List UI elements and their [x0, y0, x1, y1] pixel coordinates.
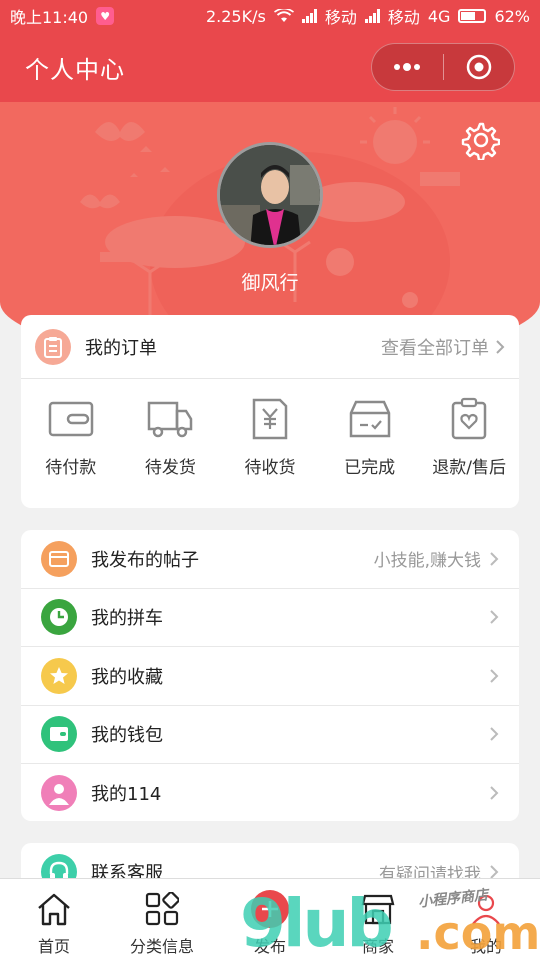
clipboard-heart-icon — [444, 397, 494, 441]
star-icon — [41, 657, 77, 694]
page-title: 个人中心 — [25, 55, 125, 84]
avatar[interactable] — [217, 142, 323, 248]
menu-my-114[interactable]: 我的114 — [21, 764, 519, 821]
menu-my-posts[interactable]: 我发布的帖子 小技能,赚大钱 — [21, 530, 519, 589]
bottom-tab-bar: 首页 分类信息 发布 商家 我的 — [0, 878, 540, 960]
menu-label: 我的拼车 — [91, 608, 163, 630]
tab-label: 发布 — [253, 937, 286, 956]
more-dots-icon — [394, 63, 421, 71]
title-bar: 个人中心 — [0, 32, 540, 102]
order-item-label: 已完成 — [344, 458, 396, 478]
order-status-list: 待付款 待发货 待收货 已完成 退款/售后 — [21, 379, 519, 478]
order-item-label: 退款/售后 — [432, 458, 507, 478]
order-item-label: 待收货 — [244, 458, 296, 478]
miniprogram-capsule — [371, 43, 515, 91]
plus-icon — [250, 889, 290, 929]
order-pending-receipt[interactable]: 待收货 — [220, 397, 320, 478]
carrier-1: 移动 — [324, 8, 357, 27]
menu-my-favorites[interactable]: 我的收藏 — [21, 647, 519, 706]
battery-icon — [458, 9, 487, 23]
menu-label: 我的收藏 — [91, 666, 163, 688]
orders-title: 我的订单 — [85, 337, 157, 359]
menu-extra: 小技能,赚大钱 — [374, 546, 499, 571]
menu-extra — [489, 668, 499, 684]
tab-label: 我的 — [469, 937, 502, 956]
more-button[interactable] — [372, 44, 443, 90]
orders-card: 我的订单 查看全部订单 待付款 待发货 待收货 已完成 退款/售后 — [21, 315, 519, 508]
chevron-right-icon — [490, 610, 499, 624]
menu-extra — [489, 609, 499, 625]
clock-icon — [41, 599, 77, 636]
notification-app-icon: ♥ — [96, 7, 115, 25]
person-icon — [41, 775, 77, 812]
status-bar: 晚上11:40 ♥ 2.25K/s 移动 移动 4G 62% — [0, 0, 540, 32]
order-pending-payment[interactable]: 待付款 — [21, 397, 121, 478]
signal-icon-2 — [364, 9, 380, 23]
clipboard-icon — [35, 328, 71, 365]
tab-merchants[interactable]: 商家 — [324, 879, 432, 960]
chevron-right-icon — [496, 339, 505, 354]
chevron-right-icon — [490, 786, 499, 800]
view-all-orders-label: 查看全部订单 — [381, 337, 489, 359]
target-close-icon — [466, 54, 491, 80]
menu-list: 我发布的帖子 小技能,赚大钱 我的拼车 我的收藏 我的钱包 我的114 — [21, 530, 519, 821]
user-icon — [466, 889, 506, 929]
carrier-2: 移动 — [387, 8, 420, 27]
signal-icon — [301, 9, 317, 23]
network-speed: 2.25K/s — [205, 6, 266, 26]
settings-gear-icon[interactable] — [460, 120, 500, 160]
wifi-icon — [273, 9, 294, 22]
orders-header[interactable]: 我的订单 查看全部订单 — [21, 315, 519, 379]
home-icon — [34, 889, 74, 929]
tab-label: 商家 — [361, 937, 394, 956]
tab-categories[interactable]: 分类信息 — [108, 879, 216, 960]
status-time: 晚上11:40 — [10, 8, 89, 27]
menu-extra — [489, 726, 499, 742]
card-icon — [41, 540, 77, 577]
tab-mine[interactable]: 我的 — [432, 879, 540, 960]
order-completed[interactable]: 已完成 — [320, 397, 420, 478]
wallet-icon — [46, 397, 96, 441]
store-icon — [358, 889, 398, 929]
tab-label: 首页 — [37, 937, 70, 956]
menu-extra — [489, 785, 499, 801]
order-item-label: 待付款 — [45, 458, 97, 478]
wallet-icon — [41, 716, 77, 753]
view-all-orders-link[interactable]: 查看全部订单 — [381, 334, 505, 360]
menu-label: 我的钱包 — [91, 725, 163, 747]
chevron-right-icon — [490, 727, 499, 741]
chevron-right-icon — [490, 552, 499, 566]
chevron-right-icon — [490, 669, 499, 683]
order-pending-shipment[interactable]: 待发货 — [121, 397, 221, 478]
tab-publish[interactable]: 发布 — [216, 879, 324, 960]
order-refund[interactable]: 退款/售后 — [419, 397, 519, 478]
truck-icon — [145, 397, 195, 441]
box-check-icon — [345, 397, 395, 441]
menu-my-carpool[interactable]: 我的拼车 — [21, 589, 519, 647]
menu-label: 我的114 — [91, 784, 162, 806]
menu-my-wallet[interactable]: 我的钱包 — [21, 706, 519, 764]
receipt-icon — [245, 397, 295, 441]
grid-icon — [142, 889, 182, 929]
username: 御风行 — [241, 272, 299, 294]
tab-home[interactable]: 首页 — [0, 879, 108, 960]
network-type: 4G — [427, 6, 451, 26]
close-miniprogram-button[interactable] — [444, 44, 515, 90]
menu-label: 我发布的帖子 — [91, 549, 199, 571]
order-item-label: 待发货 — [144, 458, 196, 478]
menu-extra-text: 小技能,赚大钱 — [373, 551, 481, 572]
tab-label: 分类信息 — [129, 937, 194, 956]
battery-level: 62% — [494, 6, 530, 26]
